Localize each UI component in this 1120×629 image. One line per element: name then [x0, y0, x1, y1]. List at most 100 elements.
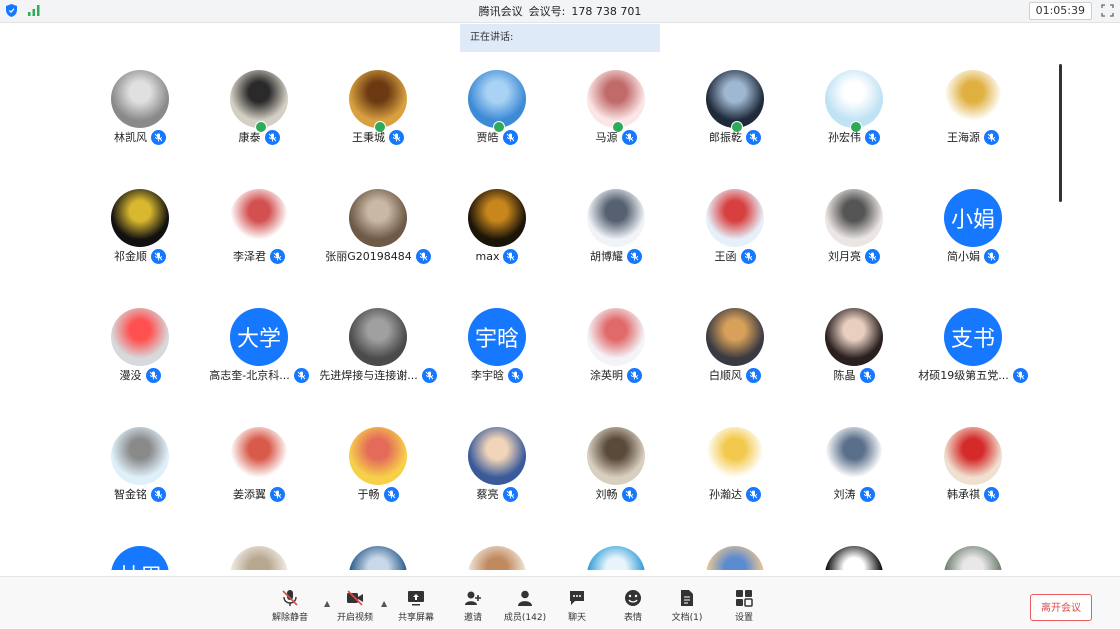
chat-button[interactable]: 聊天 — [552, 583, 602, 627]
participant-namebar: 郎振乾 — [675, 128, 795, 146]
participant-name: 王函 — [714, 250, 737, 263]
participant-tile[interactable]: 马源 — [556, 60, 676, 179]
mic-muted-icon — [984, 129, 999, 145]
participant-name: 祁金顺 — [114, 250, 147, 263]
participant-tile[interactable]: 康泰 — [199, 60, 319, 179]
participant-name: 韩承祺 — [947, 488, 980, 501]
participant-tile[interactable] — [794, 536, 914, 570]
avatar — [349, 308, 407, 366]
participant-tile[interactable]: 张丽G20198484 — [318, 179, 438, 298]
scrollbar-thumb[interactable] — [1059, 64, 1062, 202]
participant-tile[interactable]: 小娟 简小娟 — [913, 179, 1033, 298]
participant-tile[interactable] — [675, 536, 795, 570]
participant-namebar: 简小娟 — [913, 247, 1033, 265]
video-off-icon — [347, 590, 363, 606]
participant-tile[interactable]: 王秉城 — [318, 60, 438, 179]
members-icon — [518, 590, 532, 606]
mic-muted-icon — [383, 486, 399, 502]
participant-tile[interactable]: 涂英明 — [556, 298, 676, 417]
participant-tile[interactable]: 宇晗 李宇晗 — [437, 298, 557, 417]
participant-tile[interactable]: 大学 高志奎-北京科... — [199, 298, 319, 417]
mic-muted-icon — [621, 129, 637, 145]
invite-button[interactable]: 邀请 — [448, 583, 498, 627]
participant-tile[interactable]: 智金铭 — [80, 417, 200, 536]
unmute-button[interactable]: 解除静音 — [265, 583, 315, 627]
participant-tile[interactable]: 陈晶 — [794, 298, 914, 417]
participant-tile[interactable]: 王函 — [675, 179, 795, 298]
participant-tile[interactable]: 林凯风 — [80, 60, 200, 179]
title-bar: 腾讯会议 会议号: 178 738 701 01:05:39 — [0, 0, 1120, 23]
participant-name: 陈晶 — [833, 369, 856, 382]
avatar — [825, 189, 883, 247]
participant-namebar: 白顺风 — [675, 366, 795, 384]
participant-tile[interactable]: 姜添翼 — [199, 417, 319, 536]
participant-namebar: 张丽G20198484 — [318, 247, 438, 265]
participant-tile[interactable]: 刘涛 — [794, 417, 914, 536]
participant-namebar: 陈晶 — [794, 366, 914, 384]
mic-muted-icon — [389, 129, 404, 145]
participant-namebar: 胡博耀 — [556, 247, 676, 265]
participant-name: 孙宏伟 — [828, 131, 861, 144]
participant-namebar: 马源 — [556, 128, 676, 146]
reaction-button[interactable]: 表情 — [608, 583, 658, 627]
mic-muted-icon — [984, 486, 999, 502]
video-options-caret[interactable]: ▲ — [381, 599, 387, 608]
meeting-id[interactable]: 178 738 701 — [571, 5, 641, 18]
participant-tile[interactable]: 蔡亮 — [437, 417, 557, 536]
avatar — [944, 546, 1002, 570]
participant-tile[interactable]: 胡博耀 — [556, 179, 676, 298]
leave-meeting-button[interactable]: 离开会议 — [1030, 594, 1092, 621]
avatar: 宇晗 — [468, 308, 526, 366]
participant-tile[interactable]: 支书 材硕19级第五党... — [913, 298, 1033, 417]
participant-tile[interactable] — [556, 536, 676, 570]
mic-muted-icon — [746, 486, 761, 502]
participant-namebar: 孙瀚达 — [675, 485, 795, 503]
participant-tile[interactable]: 韩承祺 — [913, 417, 1033, 536]
participant-tile[interactable]: 孙宏伟 — [794, 60, 914, 179]
window-title: 腾讯会议 会议号: 178 738 701 — [0, 3, 1120, 19]
participant-name: max — [475, 249, 500, 263]
share-screen-button[interactable]: 共享屏幕 — [391, 583, 441, 627]
participant-name: 先进焊接与连接谢... — [319, 369, 418, 382]
participant-tile[interactable] — [318, 536, 438, 570]
participant-tile[interactable]: 祁金顺 — [80, 179, 200, 298]
participant-tile[interactable]: 林周 — [80, 536, 200, 570]
participant-name: 林凯风 — [114, 131, 147, 144]
participant-namebar: 刘月亮 — [794, 247, 914, 265]
reaction-label: 表情 — [623, 613, 642, 623]
participant-tile[interactable]: 白顺风 — [675, 298, 795, 417]
participant-namebar: 韩承祺 — [913, 485, 1033, 503]
members-button[interactable]: 成员(142) — [500, 583, 550, 627]
participant-tile[interactable]: 漫没 — [80, 298, 200, 417]
participant-tile[interactable]: 贾皓 — [437, 60, 557, 179]
docs-button[interactable]: 文档(1) — [662, 583, 712, 627]
unmute-label: 解除静音 — [271, 613, 308, 623]
video-button[interactable]: 开启视频 — [330, 583, 380, 627]
mic-muted-icon — [746, 129, 761, 145]
mic-muted-icon — [145, 367, 161, 383]
participant-tile[interactable]: 王海源 — [913, 60, 1033, 179]
participant-tile[interactable] — [913, 536, 1033, 570]
participant-namebar: 李宇晗 — [437, 366, 557, 384]
participant-namebar: 康泰 — [199, 128, 319, 146]
participant-tile[interactable] — [199, 536, 319, 570]
avatar — [468, 189, 526, 247]
meeting-timer: 01:05:39 — [1028, 2, 1092, 20]
participant-tile[interactable]: 刘畅 — [556, 417, 676, 536]
settings-button[interactable]: 设置 — [719, 583, 769, 627]
chat-icon — [570, 591, 584, 605]
participant-tile[interactable]: 孙瀚达 — [675, 417, 795, 536]
participant-tile[interactable]: max — [437, 179, 557, 298]
participant-tile[interactable]: 刘月亮 — [794, 179, 914, 298]
participant-tile[interactable]: 李泽君 — [199, 179, 319, 298]
avatar: 支书 — [944, 308, 1002, 366]
participant-namebar: 蔡亮 — [437, 485, 557, 503]
mic-muted-icon — [984, 248, 999, 264]
participant-tile[interactable]: 郎振乾 — [675, 60, 795, 179]
participant-tile[interactable] — [437, 536, 557, 570]
participant-tile[interactable]: 先进焊接与连接谢... — [318, 298, 438, 417]
avatar — [111, 308, 169, 366]
participant-tile[interactable]: 于畅 — [318, 417, 438, 536]
avatar — [825, 308, 883, 366]
fullscreen-icon[interactable] — [1101, 4, 1114, 17]
